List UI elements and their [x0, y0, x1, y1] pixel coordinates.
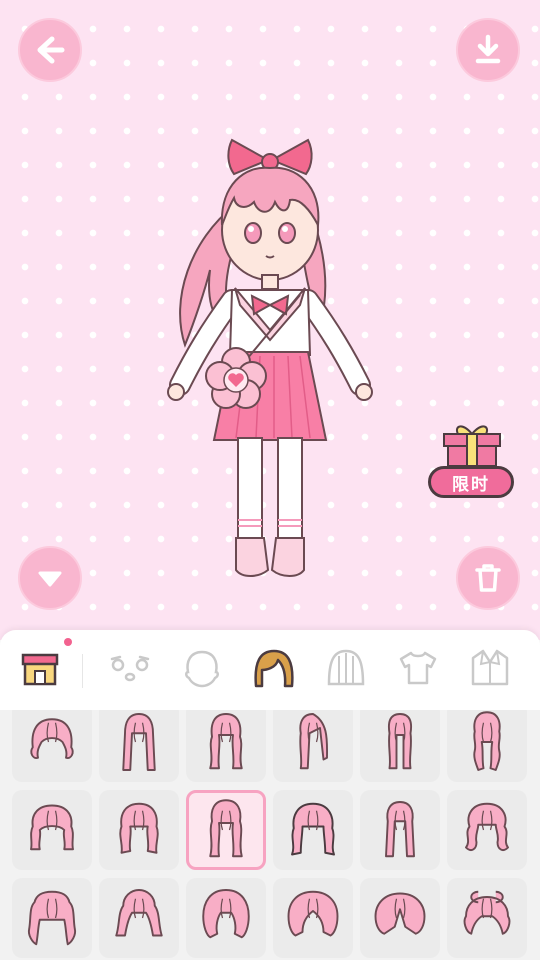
limited-time-gift-button[interactable]: 限时 — [428, 420, 518, 504]
back-arrow-icon — [37, 36, 65, 64]
hair-style-icon — [115, 889, 163, 937]
back-button[interactable] — [18, 18, 82, 82]
hair-style-item[interactable] — [447, 878, 527, 958]
trash-icon — [475, 564, 501, 592]
wardrobe-panel — [0, 630, 540, 960]
hair-style-icon — [387, 713, 413, 770]
hair-style-icon — [385, 801, 415, 858]
back-hair-icon — [327, 649, 365, 686]
hair-style-icon — [202, 889, 250, 939]
head-icon — [185, 650, 219, 688]
character-doll — [167, 138, 373, 577]
hair-style-item[interactable] — [360, 878, 440, 958]
hair-style-item[interactable] — [186, 790, 266, 870]
tab-outerwear[interactable] — [466, 646, 514, 690]
tab-eyes[interactable] — [106, 646, 154, 690]
hair-style-icon — [465, 802, 509, 851]
hair-style-item[interactable] — [273, 710, 353, 782]
hair-style-item[interactable] — [447, 790, 527, 870]
tab-top[interactable] — [394, 646, 442, 690]
tab-divider — [82, 654, 83, 688]
hair-style-item[interactable] — [186, 878, 266, 958]
gift-box-icon — [443, 425, 501, 467]
hair-style-item[interactable] — [12, 790, 92, 870]
hair-style-icon — [209, 713, 243, 770]
hair-icon — [254, 649, 294, 688]
tab-back-hair[interactable] — [322, 646, 370, 690]
download-button[interactable] — [456, 18, 520, 82]
tab-shop[interactable] — [16, 646, 64, 690]
jacket-icon — [471, 649, 509, 686]
hair-style-icon — [122, 713, 156, 771]
hair-style-icon — [27, 890, 77, 946]
hair-style-icon — [119, 802, 159, 854]
hair-style-item[interactable] — [186, 710, 266, 782]
hair-style-item[interactable] — [99, 710, 179, 782]
tshirt-icon — [399, 651, 437, 685]
hair-style-grid — [0, 710, 540, 960]
hair-style-icon — [374, 892, 426, 935]
hair-style-icon — [463, 890, 511, 935]
tab-hair[interactable] — [250, 646, 298, 690]
eyes-face-icon — [110, 655, 150, 682]
download-icon — [475, 34, 501, 64]
hair-style-item[interactable] — [447, 710, 527, 782]
chevron-down-icon — [38, 571, 62, 587]
hair-style-icon — [287, 890, 339, 937]
character-stage: 限时 — [0, 0, 540, 640]
hair-style-item[interactable] — [273, 878, 353, 958]
hair-style-icon — [30, 718, 74, 759]
shop-notification-dot — [64, 638, 72, 646]
hair-style-icon — [299, 713, 329, 770]
collapse-panel-button[interactable] — [18, 546, 82, 610]
hair-style-item[interactable] — [12, 878, 92, 958]
hair-style-item[interactable] — [99, 878, 179, 958]
hair-style-item[interactable] — [360, 790, 440, 870]
tab-head[interactable] — [178, 646, 226, 690]
shop-icon — [21, 653, 59, 686]
hair-style-item[interactable] — [99, 790, 179, 870]
hair-style-item[interactable] — [273, 790, 353, 870]
hair-style-icon — [473, 711, 501, 771]
hair-style-item[interactable] — [12, 710, 92, 782]
delete-button[interactable] — [456, 546, 520, 610]
limited-time-label: 限时 — [428, 466, 514, 498]
category-tabbar — [0, 630, 540, 708]
hair-style-icon — [30, 804, 74, 851]
hair-style-item[interactable] — [360, 710, 440, 782]
hair-style-icon — [291, 802, 335, 856]
hair-style-icon — [209, 799, 243, 858]
